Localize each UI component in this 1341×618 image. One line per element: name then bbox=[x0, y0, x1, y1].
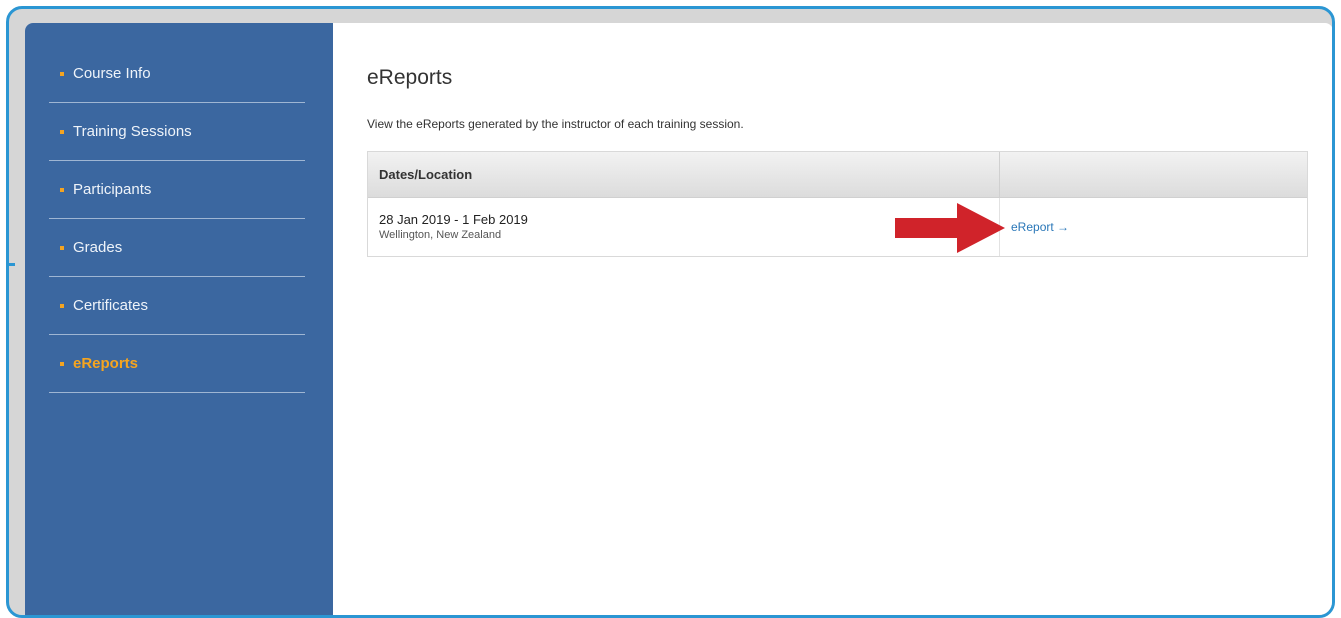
page-title: eReports bbox=[367, 66, 453, 89]
sidebar: Course Info Training Sessions Participan… bbox=[25, 23, 333, 615]
bullet-icon bbox=[60, 187, 64, 192]
sidebar-item-training-sessions[interactable]: Training Sessions bbox=[49, 103, 305, 161]
bullet-icon bbox=[60, 71, 64, 76]
red-arrow-icon bbox=[895, 203, 1005, 253]
sidebar-item-label: Course Info bbox=[73, 65, 151, 82]
ereports-table: Dates/Location 28 Jan 2019 - 1 Feb 2019 … bbox=[367, 151, 1308, 257]
ereport-link[interactable]: eReport → bbox=[1011, 220, 1307, 234]
sidebar-item-grades[interactable]: Grades bbox=[49, 219, 305, 277]
bullet-icon bbox=[60, 303, 64, 308]
action-cell: eReport → bbox=[1000, 198, 1307, 256]
sidebar-item-label: Certificates bbox=[73, 297, 149, 314]
sidebar-item-ereports[interactable]: eReports bbox=[49, 335, 305, 393]
browser-frame: Course Info Training Sessions Participan… bbox=[6, 6, 1335, 618]
bullet-icon bbox=[60, 245, 64, 250]
table-row: 28 Jan 2019 - 1 Feb 2019 Wellington, New… bbox=[368, 198, 1307, 256]
sidebar-item-course-info[interactable]: Course Info bbox=[49, 45, 305, 103]
bullet-icon bbox=[60, 361, 64, 366]
sidebar-item-label: Grades bbox=[73, 239, 123, 256]
column-header-actions bbox=[1000, 152, 1307, 197]
frame-edge-mark bbox=[9, 263, 15, 266]
sidebar-nav: Course Info Training Sessions Participan… bbox=[49, 45, 305, 393]
sidebar-item-label: Participants bbox=[73, 181, 152, 198]
main-content: eReports View the eReports generated by … bbox=[359, 23, 1309, 615]
app-window: Course Info Training Sessions Participan… bbox=[25, 23, 1332, 615]
sidebar-item-label: eReports bbox=[73, 355, 139, 372]
table-header: Dates/Location bbox=[368, 152, 1307, 198]
sidebar-item-participants[interactable]: Participants bbox=[49, 161, 305, 219]
page-description: View the eReports generated by the instr… bbox=[367, 117, 744, 131]
bullet-icon bbox=[60, 129, 64, 134]
sidebar-item-certificates[interactable]: Certificates bbox=[49, 277, 305, 335]
column-header-dates-location: Dates/Location bbox=[368, 152, 1000, 197]
sidebar-item-label: Training Sessions bbox=[73, 123, 192, 140]
